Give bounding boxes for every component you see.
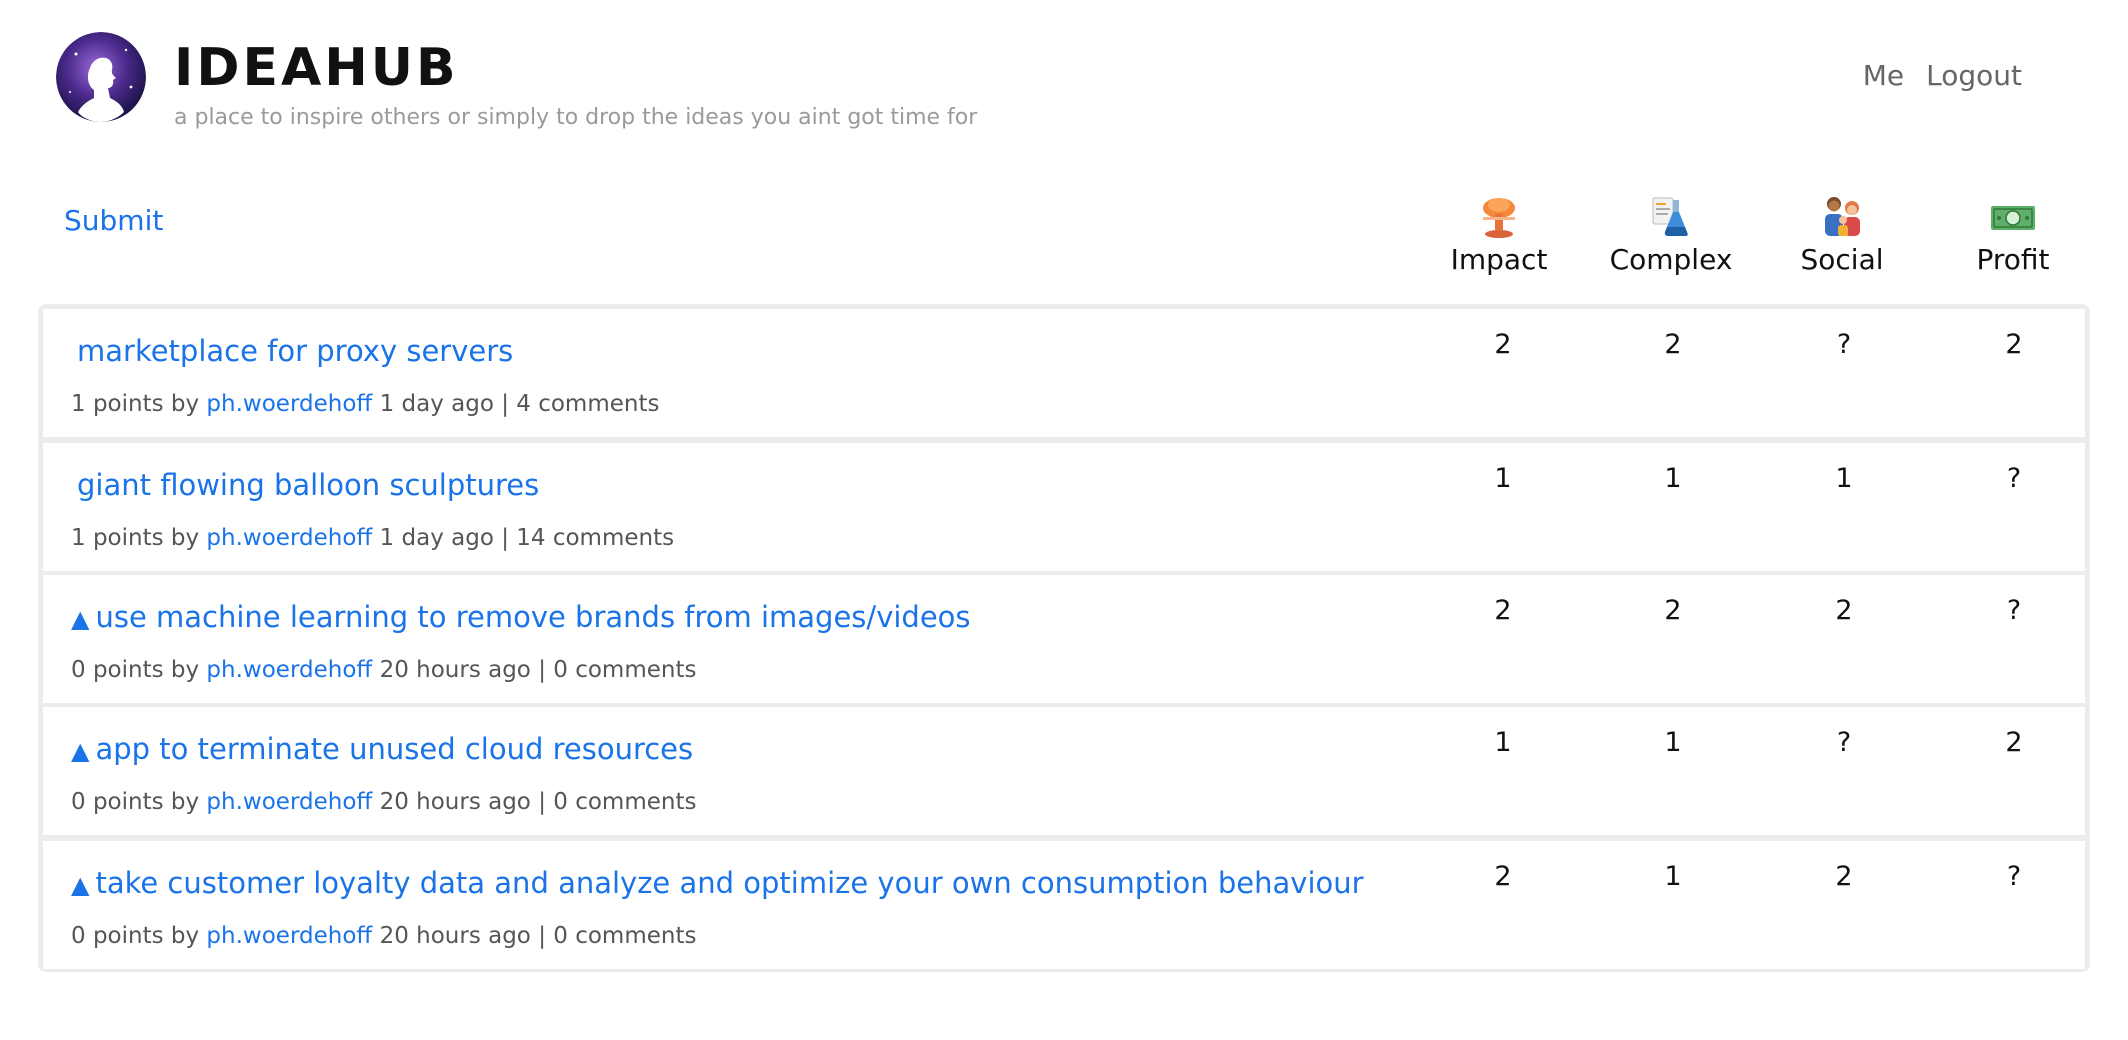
score-complex: 2 [1664, 595, 1682, 626]
column-label-complex: Complex [1609, 243, 1733, 276]
idea-title-link[interactable]: giant flowing balloon sculptures [71, 465, 539, 507]
idea-comments-link[interactable]: 0 comments [553, 923, 696, 949]
idea-author-link[interactable]: ph.woerdehoff [206, 525, 372, 551]
column-header-impact: Impact [1424, 194, 1574, 278]
upvote-icon[interactable]: ▲ [71, 737, 89, 765]
meta-separator: | [538, 789, 546, 815]
score-impact: 1 [1494, 463, 1512, 494]
score-impact: 2 [1494, 595, 1512, 626]
idea-points: 0 points by [71, 657, 200, 683]
idea-author-link[interactable]: ph.woerdehoff [206, 391, 372, 417]
idea-title-link[interactable]: ▲ take customer loyalty data and analyze … [71, 863, 1364, 905]
idea-age: 20 hours ago [379, 789, 531, 815]
idea-title-link[interactable]: marketplace for proxy servers [71, 331, 513, 373]
idea-comments-link[interactable]: 14 comments [516, 525, 674, 551]
idea-author-link[interactable]: ph.woerdehoff [206, 923, 372, 949]
idea-row: ▲ use machine learning to remove brands f… [43, 575, 2085, 703]
app-tagline: a place to inspire others or simply to d… [174, 105, 978, 130]
idea-age: 20 hours ago [379, 657, 531, 683]
idea-title: use machine learning to remove brands fr… [95, 600, 971, 634]
idea-comments-link[interactable]: 0 comments [553, 789, 696, 815]
score-profit: 2 [2005, 727, 2023, 758]
idea-meta: 0 points by ph.woerdehoff 20 hours ago |… [71, 655, 696, 685]
idea-comments-link[interactable]: 4 comments [516, 391, 659, 417]
score-social: 2 [1835, 595, 1853, 626]
logo [56, 32, 146, 122]
upvote-icon[interactable]: ▲ [71, 871, 89, 899]
score-impact: 2 [1494, 861, 1512, 892]
ideas-table: marketplace for proxy servers 1 points b… [38, 304, 2090, 972]
family-icon [1825, 197, 1860, 236]
top-nav: Me Logout [1863, 58, 2022, 94]
banknote-icon [1991, 206, 2035, 230]
idea-comments-link[interactable]: 0 comments [553, 657, 696, 683]
idea-author-link[interactable]: ph.woerdehoff [206, 657, 372, 683]
idea-title: app to terminate unused cloud resources [95, 732, 694, 766]
idea-age: 20 hours ago [379, 923, 531, 949]
idea-points: 1 points by [71, 525, 200, 551]
mushroom-cloud-icon [1483, 198, 1515, 238]
score-profit: ? [2006, 463, 2022, 494]
column-header-social: Social [1767, 194, 1917, 278]
lab-flask-icon [1652, 197, 1688, 236]
idea-title: giant flowing balloon sculptures [77, 468, 540, 502]
idea-row: marketplace for proxy servers 1 points b… [43, 309, 2085, 437]
score-social: ? [1836, 727, 1852, 758]
score-profit: ? [2006, 595, 2022, 626]
score-social: ? [1836, 329, 1852, 360]
column-label-profit: Profit [1976, 243, 2050, 276]
idea-meta: 0 points by ph.woerdehoff 20 hours ago |… [71, 921, 696, 951]
idea-title: take customer loyalty data and analyze a… [95, 866, 1364, 900]
app-title: IDEAHUB [174, 38, 459, 98]
score-social: 1 [1835, 463, 1853, 494]
idea-age: 1 day ago [379, 525, 494, 551]
score-impact: 1 [1494, 727, 1512, 758]
idea-meta: 0 points by ph.woerdehoff 20 hours ago |… [71, 787, 696, 817]
idea-author-link[interactable]: ph.woerdehoff [206, 789, 372, 815]
meta-separator: | [538, 657, 546, 683]
meta-separator: | [538, 923, 546, 949]
column-label-impact: Impact [1450, 243, 1548, 276]
nav-me-link[interactable]: Me [1863, 58, 1904, 94]
meta-separator: | [501, 525, 509, 551]
avatar-silhouette-icon [56, 32, 146, 122]
meta-separator: | [501, 391, 509, 417]
idea-meta: 1 points by ph.woerdehoff 1 day ago | 14… [71, 523, 674, 553]
score-social: 2 [1835, 861, 1853, 892]
idea-age: 1 day ago [379, 391, 494, 417]
score-complex: 1 [1664, 861, 1682, 892]
score-complex: 2 [1664, 329, 1682, 360]
submit-link[interactable]: Submit [64, 203, 163, 239]
idea-title-link[interactable]: ▲ use machine learning to remove brands f… [71, 597, 971, 639]
score-complex: 1 [1664, 727, 1682, 758]
score-profit: 2 [2005, 329, 2023, 360]
column-label-social: Social [1800, 243, 1884, 276]
idea-points: 0 points by [71, 923, 200, 949]
score-profit: ? [2006, 861, 2022, 892]
idea-title-link[interactable]: ▲ app to terminate unused cloud resources [71, 729, 693, 771]
idea-title: marketplace for proxy servers [77, 334, 514, 368]
idea-row: giant flowing balloon sculptures 1 point… [43, 443, 2085, 571]
nav-logout-link[interactable]: Logout [1926, 58, 2022, 94]
idea-row: ▲ take customer loyalty data and analyze … [43, 841, 2085, 969]
idea-meta: 1 points by ph.woerdehoff 1 day ago | 4 … [71, 389, 659, 419]
column-header-complex: Complex [1596, 194, 1746, 278]
upvote-icon[interactable]: ▲ [71, 605, 89, 633]
idea-points: 1 points by [71, 391, 200, 417]
idea-points: 0 points by [71, 789, 200, 815]
idea-row: ▲ app to terminate unused cloud resources… [43, 707, 2085, 835]
column-header-profit: Profit [1938, 194, 2088, 278]
score-complex: 1 [1664, 463, 1682, 494]
score-impact: 2 [1494, 329, 1512, 360]
